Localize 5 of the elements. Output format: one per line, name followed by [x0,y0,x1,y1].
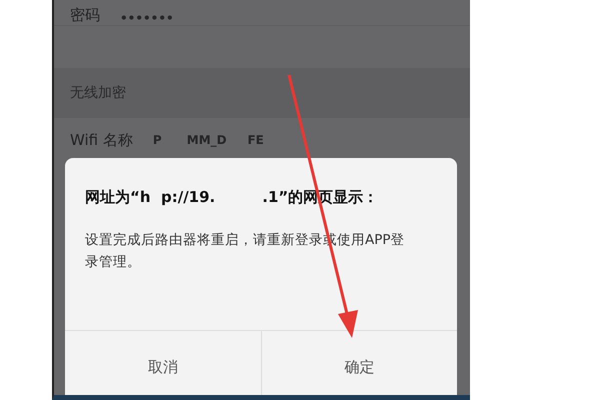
dialog-button[interactable]: 取消 [65,331,260,395]
setting-value: P MM_D FE [152,133,264,147]
setting-label: 密码 [70,6,100,25]
setting-label: Wifi 名称 [70,130,133,150]
setting-value: ••••••• [120,11,174,25]
